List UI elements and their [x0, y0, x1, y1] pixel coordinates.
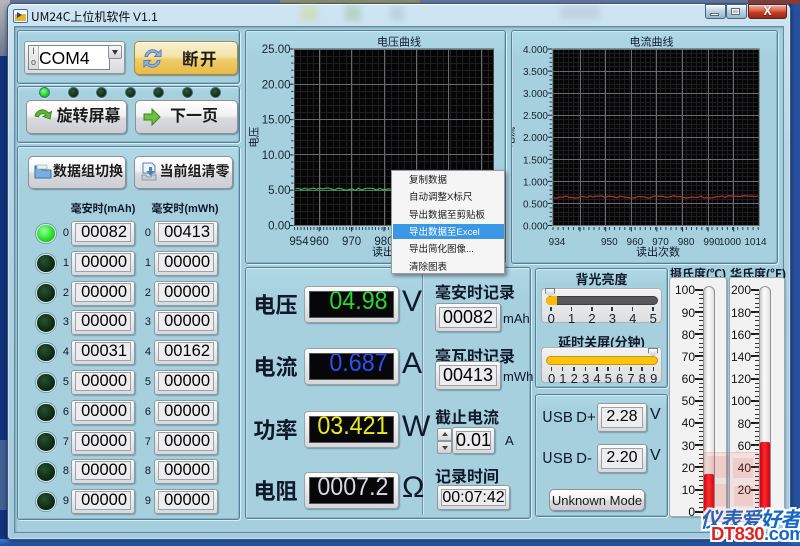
svg-text:读出次数: 读出次数	[636, 244, 680, 260]
svg-text:2.000: 2.000	[523, 133, 548, 144]
svg-text:20.00: 20.00	[262, 79, 291, 91]
svg-text:电压: 电压	[247, 126, 262, 147]
svg-text:934: 934	[549, 237, 566, 248]
svg-text:1.000: 1.000	[523, 177, 548, 188]
svg-text:970: 970	[342, 236, 361, 248]
svg-text:电流曲线: 电流曲线	[630, 34, 674, 50]
svg-text:25.00: 25.00	[262, 44, 291, 56]
svg-text:2.500: 2.500	[523, 111, 548, 122]
svg-text:950: 950	[601, 237, 618, 248]
svg-text:10.00: 10.00	[262, 150, 291, 162]
svg-text:1000: 1000	[719, 237, 742, 248]
svg-text:1014: 1014	[744, 237, 767, 248]
svg-text:960: 960	[310, 236, 329, 248]
svg-text:15.00: 15.00	[262, 115, 291, 127]
svg-text:954: 954	[289, 236, 309, 248]
svg-text:980: 980	[678, 237, 695, 248]
svg-text:4.000: 4.000	[523, 45, 548, 56]
svg-text:3.000: 3.000	[523, 89, 548, 100]
svg-text:0.00: 0.00	[268, 221, 290, 233]
svg-text:0.000: 0.000	[523, 222, 548, 233]
svg-text:3.500: 3.500	[523, 67, 548, 78]
svg-text:电流: 电流	[512, 126, 518, 147]
svg-text:5.00: 5.00	[268, 185, 290, 197]
svg-text:电压曲线: 电压曲线	[377, 34, 421, 50]
svg-text:1.500: 1.500	[523, 155, 548, 166]
svg-text:0.500: 0.500	[523, 199, 548, 210]
